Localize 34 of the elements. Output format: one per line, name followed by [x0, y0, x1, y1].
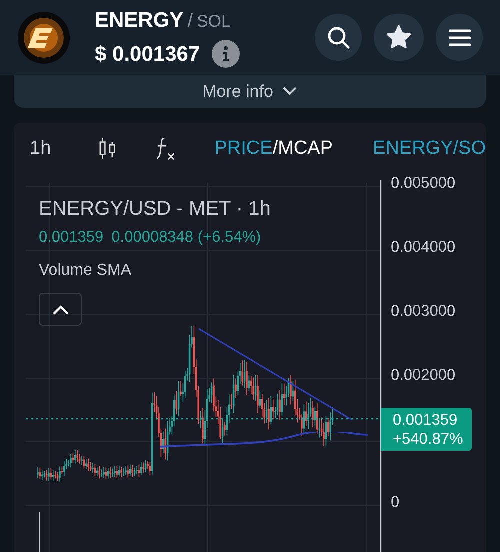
- token-symbol: ENERGY: [95, 8, 184, 34]
- axis-label: 0.002000: [391, 367, 456, 385]
- candlestick-icon[interactable]: [98, 137, 118, 161]
- pair-separator: /: [188, 10, 193, 34]
- axis-label: 0.004000: [391, 239, 456, 257]
- indicator-label: Volume SMA: [39, 261, 132, 282]
- pair-tab[interactable]: ENERGY/SO: [373, 134, 486, 164]
- price-change: 0.00008348 (+6.54%): [112, 228, 262, 248]
- badge-change: +540.87%: [393, 430, 464, 448]
- quote-symbol: SOL: [196, 11, 231, 33]
- axis-label: 0.003000: [391, 303, 456, 321]
- logo-icon: [17, 10, 71, 64]
- last-price: 0.001359: [39, 228, 104, 248]
- interval-tab[interactable]: 1h: [30, 134, 68, 164]
- indicator-icon[interactable]: [156, 136, 177, 162]
- chevron-up-icon: [52, 304, 68, 315]
- price-mode-tab[interactable]: PRICE: [214, 134, 273, 164]
- axis-label: 0: [391, 494, 400, 512]
- search-icon: [326, 26, 350, 50]
- mode-separator: /: [272, 136, 278, 161]
- menu-icon: [448, 28, 470, 46]
- chevron-down-icon: [283, 87, 298, 96]
- info-icon[interactable]: [212, 40, 240, 68]
- more-info-button[interactable]: More info: [14, 75, 486, 108]
- badge-price: 0.001359: [393, 410, 459, 430]
- favorite-button[interactable]: [374, 14, 424, 61]
- collapse-button[interactable]: [39, 293, 82, 326]
- token-price: $ 0.001367: [95, 42, 200, 68]
- search-button[interactable]: [315, 14, 362, 61]
- chart-title: ENERGY/USD - MET · 1h: [39, 197, 271, 222]
- star-icon: [386, 25, 412, 50]
- price-mode-tab[interactable]: MCAP: [278, 134, 334, 164]
- axis-label: 0.005000: [391, 175, 456, 193]
- menu-button[interactable]: [436, 14, 483, 61]
